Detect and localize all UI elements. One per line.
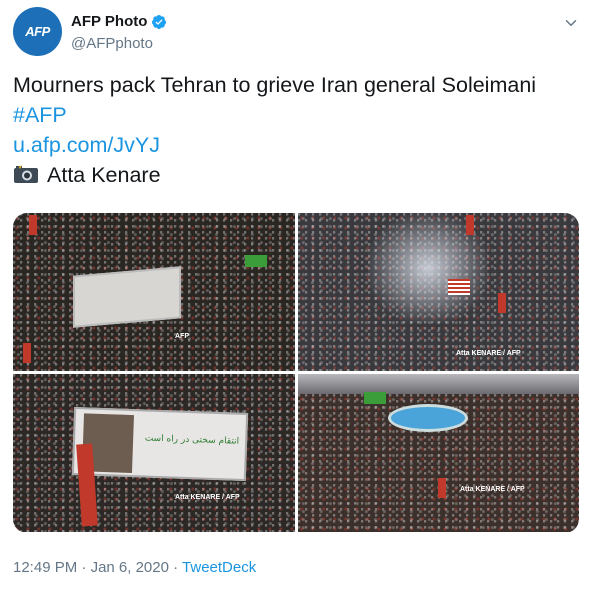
avatar[interactable]: AFP bbox=[13, 7, 62, 56]
footer-separator: · bbox=[168, 559, 183, 576]
author-name-row: AFP Photo bbox=[71, 13, 167, 30]
flag bbox=[438, 478, 446, 498]
author-handle[interactable]: @AFPphoto bbox=[71, 35, 153, 52]
photo-2[interactable]: Atta KENARE / AFP bbox=[298, 213, 579, 371]
camera-flash-icon bbox=[14, 164, 38, 183]
photo-watermark: AFP bbox=[175, 333, 189, 340]
footer-separator: · bbox=[77, 559, 91, 576]
tweet-date[interactable]: Jan 6, 2020 bbox=[91, 559, 169, 576]
sky-shape bbox=[298, 374, 579, 394]
tweet-footer: 12:49 PM · Jan 6, 2020 · TweetDeck bbox=[13, 559, 256, 576]
display-name[interactable]: AFP Photo bbox=[71, 13, 147, 30]
banner-text: انتقام سختی در راه است bbox=[144, 433, 240, 447]
tweet-source-link[interactable]: TweetDeck bbox=[182, 559, 256, 576]
tweet-text: Mourners pack Tehran to grieve Iran gene… bbox=[13, 70, 578, 190]
chevron-down-icon[interactable] bbox=[562, 14, 580, 32]
flag bbox=[466, 215, 474, 235]
hashtag-link[interactable]: #AFP bbox=[13, 100, 578, 130]
flag bbox=[245, 255, 267, 267]
verified-badge-icon bbox=[152, 14, 167, 29]
photo-4[interactable]: Atta KENARE / AFP bbox=[298, 374, 579, 532]
url-link[interactable]: u.afp.com/JvYJ bbox=[13, 130, 578, 160]
flag bbox=[29, 215, 37, 235]
flag bbox=[498, 293, 506, 313]
flag bbox=[448, 279, 470, 295]
flag bbox=[364, 392, 386, 404]
photo-watermark: Atta KENARE / AFP bbox=[456, 350, 521, 357]
photographer-line: Atta Kenare bbox=[13, 160, 578, 190]
photo-1[interactable]: AFP bbox=[13, 213, 295, 371]
flag bbox=[23, 343, 31, 363]
media-grid: AFP Atta KENARE / AFP انتقام سختی در راه… bbox=[13, 213, 579, 533]
tweet-time[interactable]: 12:49 PM bbox=[13, 559, 77, 576]
banner-shape: انتقام سختی در راه است bbox=[71, 406, 249, 482]
photo-3[interactable]: انتقام سختی در راه است Atta KENARE / AFP bbox=[13, 374, 295, 532]
photographer-name: Atta Kenare bbox=[47, 163, 161, 187]
photo-watermark: Atta KENARE / AFP bbox=[175, 494, 240, 501]
truck-shape bbox=[73, 266, 181, 328]
pool-shape bbox=[388, 404, 468, 432]
tweet-headline: Mourners pack Tehran to grieve Iran gene… bbox=[13, 73, 537, 97]
photo-watermark: Atta KENARE / AFP bbox=[460, 486, 525, 493]
avatar-logo-text: AFP bbox=[25, 24, 50, 39]
